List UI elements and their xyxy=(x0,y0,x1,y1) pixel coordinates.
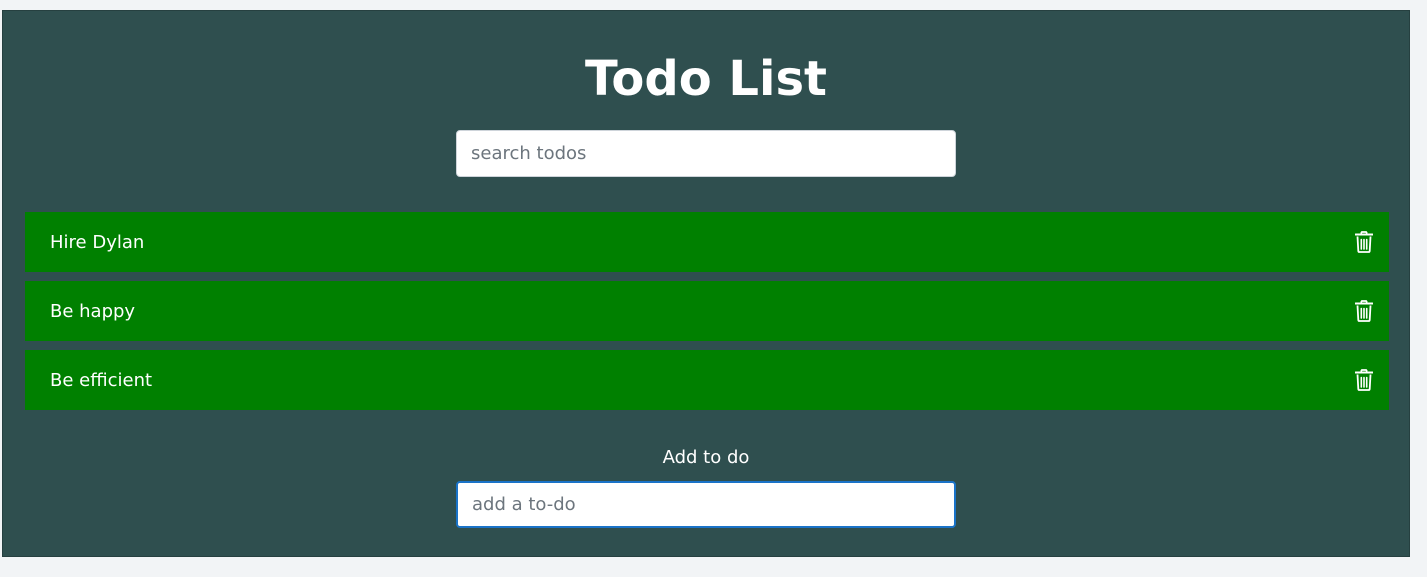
todo-text: Be efficient xyxy=(50,369,153,391)
todo-item: Be efficient xyxy=(25,350,1389,410)
search-form xyxy=(456,130,956,177)
todo-list: Hire Dylan Be happy Be efficient xyxy=(25,212,1389,419)
todo-text: Be happy xyxy=(50,300,136,322)
add-todo-input[interactable] xyxy=(456,481,956,528)
todo-panel: Todo List Hire Dylan Be happy xyxy=(2,10,1410,557)
search-input[interactable] xyxy=(456,130,956,177)
todo-item: Hire Dylan xyxy=(25,212,1389,272)
trash-icon[interactable] xyxy=(1352,299,1376,323)
todo-item: Be happy xyxy=(25,281,1389,341)
add-todo-label: Add to do xyxy=(662,447,750,468)
page-title: Todo List xyxy=(585,51,827,107)
add-todo-form xyxy=(456,481,956,528)
todo-text: Hire Dylan xyxy=(50,231,145,253)
trash-icon[interactable] xyxy=(1352,368,1376,392)
trash-icon[interactable] xyxy=(1352,230,1376,254)
